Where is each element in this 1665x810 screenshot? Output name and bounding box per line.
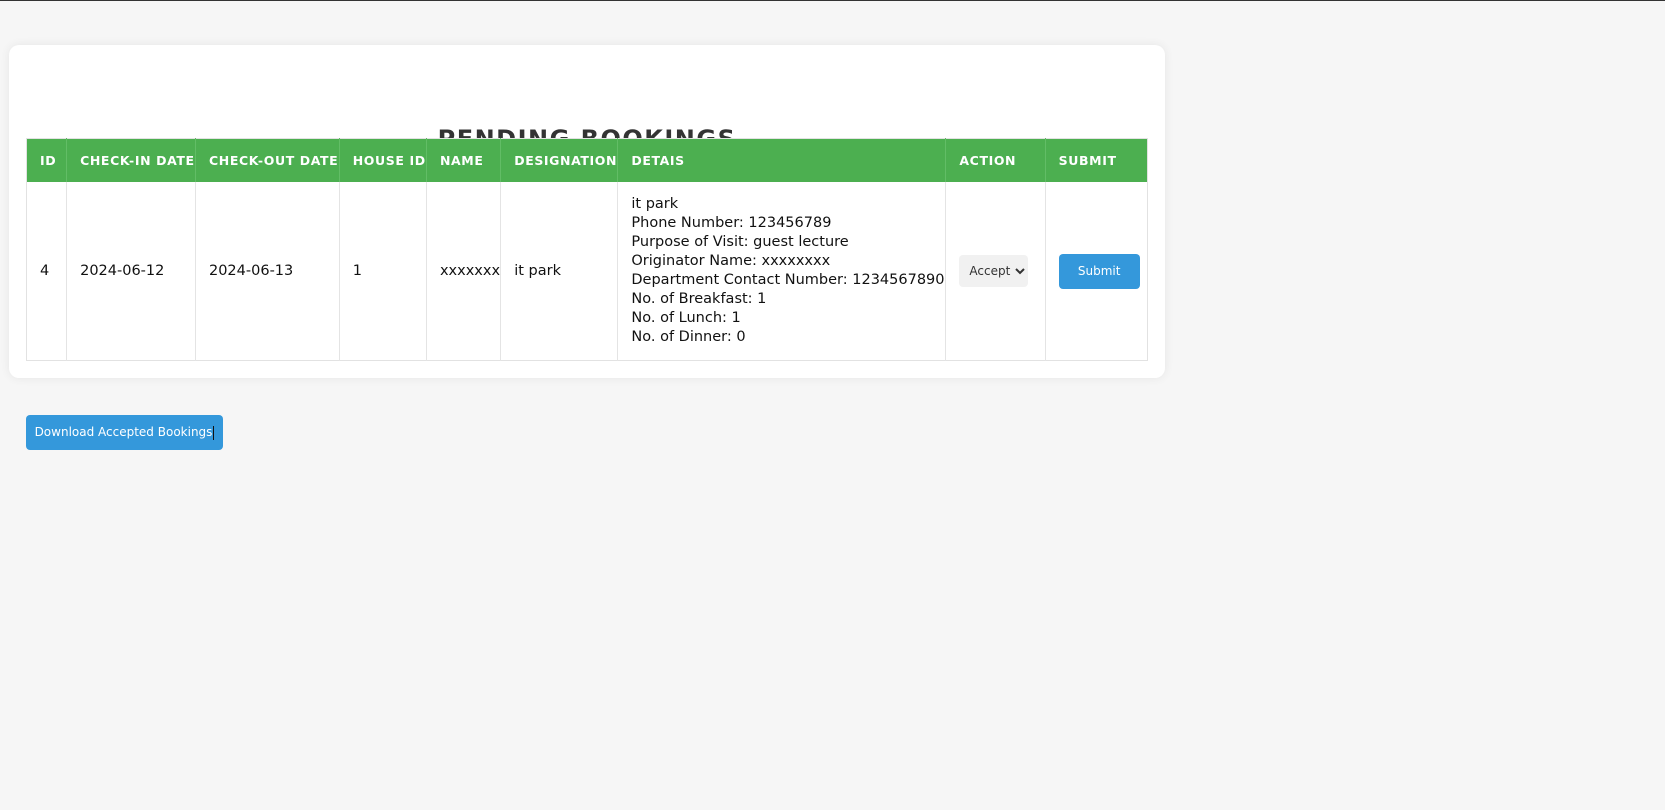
cell-action: Accept (945, 182, 1046, 361)
cell-id: 4 (26, 182, 68, 361)
download-button-label: Download Accepted Bookings (34, 425, 213, 440)
bookings-table: ID CHECK-IN DATE CHECK-OUT DATE HOUSE ID… (26, 138, 1148, 361)
header-details: DETAIS (617, 138, 947, 182)
cell-check-out-date: 2024-06-13 (195, 182, 340, 361)
table-row: 4 2024-06-12 2024-06-13 1 xxxxxxx it par… (26, 182, 1148, 361)
details-line: No. of Breakfast: 1 (631, 291, 767, 307)
header-check-out-date: CHECK-OUT DATE (195, 138, 340, 182)
text-cursor (213, 425, 215, 440)
details-line: No. of Lunch: 1 (631, 310, 741, 326)
header-check-in-date: CHECK-IN DATE (66, 138, 196, 182)
table-header-row: ID CHECK-IN DATE CHECK-OUT DATE HOUSE ID… (26, 138, 1148, 182)
action-select[interactable]: Accept (959, 255, 1029, 287)
details-line: Department Contact Number: 1234567890 (631, 272, 945, 288)
details-line: Originator Name: xxxxxxxx (631, 253, 831, 269)
details-line: Purpose of Visit: guest lecture (631, 234, 849, 250)
header-house-id: HOUSE ID (339, 138, 427, 182)
submit-button[interactable]: Submit (1058, 253, 1140, 289)
cell-designation: it park (500, 182, 619, 361)
cell-submit: Submit (1045, 182, 1147, 361)
cell-house-id: 1 (339, 182, 427, 361)
details-line: Phone Number: 123456789 (631, 215, 832, 231)
cell-check-in-date: 2024-06-12 (66, 182, 196, 361)
top-border (0, 0, 1665, 1)
cell-name: xxxxxxx (426, 182, 502, 361)
details-line: it park (631, 196, 679, 212)
header-submit: SUBMIT (1045, 138, 1148, 182)
header-designation: DESIGNATION (500, 138, 619, 182)
header-id: ID (26, 138, 68, 182)
cell-details: it park Phone Number: 123456789 Purpose … (617, 182, 947, 361)
header-name: NAME (426, 138, 502, 182)
header-action: ACTION (945, 138, 1046, 182)
download-accepted-bookings-button[interactable]: Download Accepted Bookings (26, 415, 223, 450)
details-line: No. of Dinner: 0 (631, 329, 746, 345)
